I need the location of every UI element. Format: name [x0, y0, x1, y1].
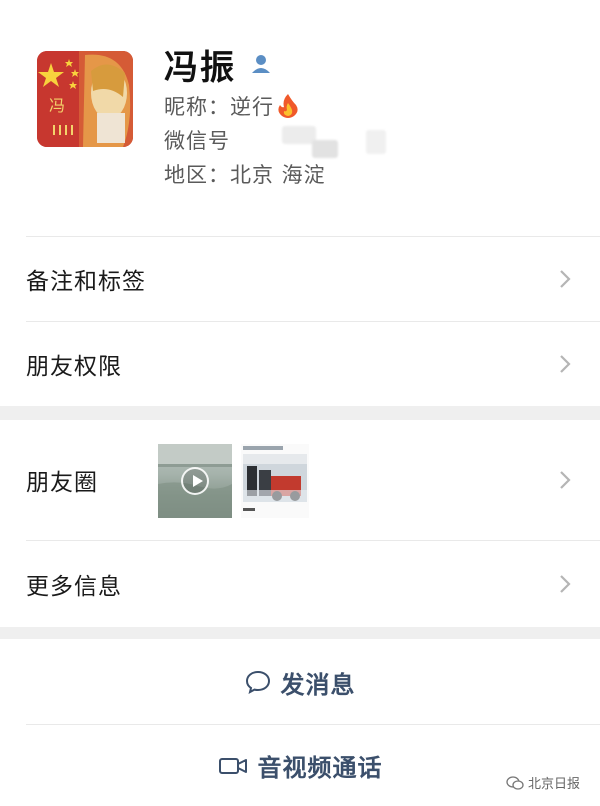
moments-thumbnail-photo[interactable] — [241, 444, 309, 518]
profile-header: 冯 冯振 昵称：逆行 微信号 地区：北京 海淀 — [0, 0, 600, 236]
more-info-row[interactable]: 更多信息 — [0, 541, 600, 627]
region-line: 地区：北京 海淀 — [164, 158, 326, 190]
section-separator — [0, 406, 600, 420]
avatar[interactable]: 冯 — [37, 51, 133, 147]
nickname-label: 昵称：逆行 — [164, 95, 274, 119]
section-separator — [0, 627, 600, 639]
chevron-right-icon — [560, 575, 571, 593]
contact-name: 冯振 — [164, 47, 236, 88]
video-camera-icon — [218, 757, 247, 774]
video-call-label: 音视频通话 — [257, 754, 383, 782]
region-label: 地区：北京 海淀 — [164, 163, 326, 187]
send-message-button[interactable]: 发消息 — [0, 639, 600, 725]
remarks-and-tags-label: 备注和标签 — [26, 269, 146, 295]
wechat-logo-icon — [506, 775, 524, 790]
remarks-and-tags-row[interactable]: 备注和标签 — [0, 237, 600, 321]
send-message-label: 发消息 — [280, 670, 356, 699]
person-icon — [250, 53, 272, 75]
friend-permissions-row[interactable]: 朋友权限 — [0, 322, 600, 406]
wechat-id-line: 微信号 — [164, 124, 230, 156]
watermark-text: 北京日报 — [527, 777, 580, 792]
more-info-label: 更多信息 — [26, 574, 122, 600]
name-row: 冯振 — [164, 42, 272, 88]
wechat-id-label: 微信号 — [164, 129, 230, 153]
nickname-line: 昵称：逆行 — [164, 90, 300, 122]
moments-thumbnail-video[interactable] — [158, 444, 232, 518]
avatar-glyph: 冯 — [49, 96, 65, 115]
moments-label: 朋友圈 — [26, 470, 98, 496]
avatar-image: 冯 — [37, 51, 133, 147]
fire-icon — [276, 93, 300, 119]
watermark: 北京日报 — [506, 773, 580, 792]
redaction-blur — [312, 140, 338, 158]
play-icon — [181, 467, 209, 495]
video-call-button[interactable]: 音视频通话 — [0, 725, 600, 806]
redaction-blur — [282, 126, 316, 144]
friend-permissions-label: 朋友权限 — [26, 354, 122, 380]
chevron-right-icon — [560, 270, 571, 288]
chat-bubble-icon — [245, 670, 270, 694]
chevron-right-icon — [560, 471, 571, 489]
chevron-right-icon — [560, 355, 571, 373]
redaction-blur — [366, 130, 386, 154]
